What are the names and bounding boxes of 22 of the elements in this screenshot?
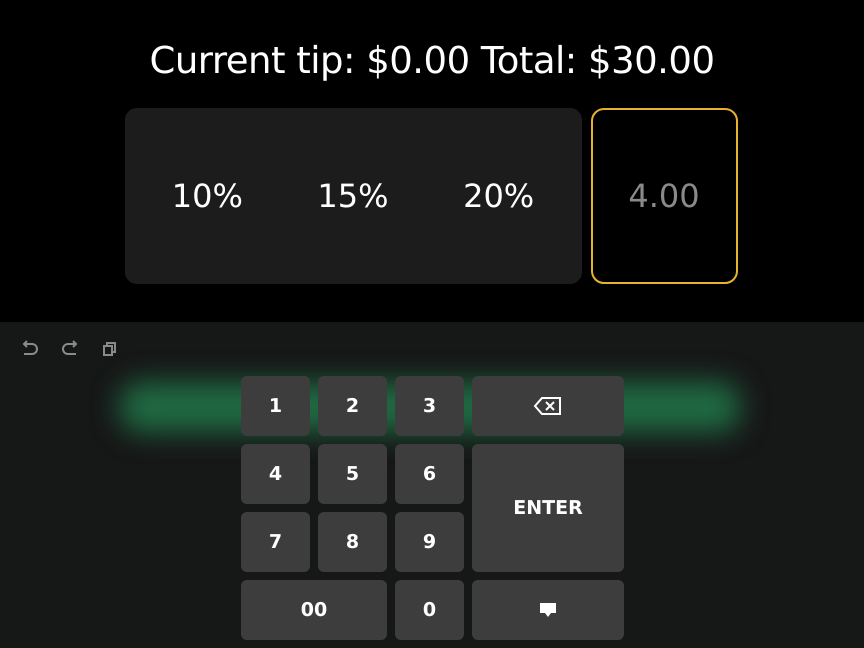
keypad-key[interactable]: 7 xyxy=(241,512,310,572)
keyboard-hide-icon xyxy=(538,601,558,619)
custom-tip-field[interactable]: 4.00 xyxy=(590,108,738,284)
tip-option[interactable]: 10% xyxy=(160,169,255,223)
tip-option[interactable]: 15% xyxy=(305,169,401,223)
keypad-key[interactable]: 1 xyxy=(241,376,310,436)
keypad-key[interactable]: 4 xyxy=(241,444,310,504)
keypad-key[interactable]: 6 xyxy=(395,444,464,504)
keypad-key[interactable]: 3 xyxy=(395,376,464,436)
redo-icon[interactable] xyxy=(60,338,80,358)
keypad-key[interactable]: 5 xyxy=(318,444,387,504)
enter-key[interactable]: ENTER xyxy=(472,444,624,572)
keypad-key[interactable]: 00 xyxy=(241,580,387,640)
tip-option[interactable]: 20% xyxy=(451,169,546,223)
backspace-icon xyxy=(533,396,563,416)
keypad-key[interactable]: 2 xyxy=(318,376,387,436)
tip-total-heading: Current tip: $0.00 Total: $30.00 xyxy=(149,38,714,84)
keypad-key[interactable]: 9 xyxy=(395,512,464,572)
backspace-key[interactable] xyxy=(472,376,624,436)
undo-icon[interactable] xyxy=(20,338,40,358)
keypad-key[interactable]: 8 xyxy=(318,512,387,572)
keypad-key[interactable]: 0 xyxy=(395,580,464,640)
